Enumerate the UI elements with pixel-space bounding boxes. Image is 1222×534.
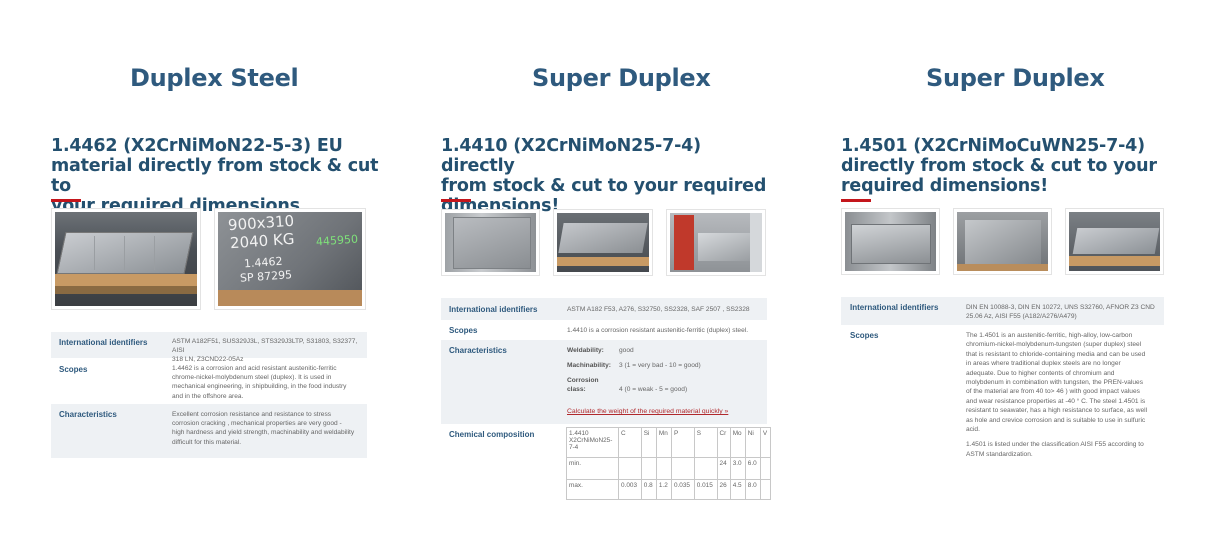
product-photo[interactable]	[441, 209, 540, 276]
weight-calculator-link[interactable]: Calculate the weight of the required mat…	[567, 407, 728, 416]
accent-bar	[51, 199, 81, 202]
table-row: International identifiers DIN EN 10088-3…	[841, 297, 1164, 325]
table-row: Scopes The 1.4501 is an austenitic-ferri…	[850, 331, 1148, 458]
product-photo[interactable]: 900x310 2040 KG 445950 1.4462 SP 87295	[214, 208, 366, 310]
table-row: International identifiers ASTM A182 F53,…	[441, 298, 767, 320]
table-row: Scopes 1.4462 is a corrosion and acid re…	[59, 365, 347, 400]
product-headline: 1.4501 (X2CrNiMoCuWN25-7-4) directly fro…	[841, 136, 1157, 196]
table-row: Characteristics Excellent corrosion resi…	[51, 404, 367, 458]
product-photo[interactable]	[553, 209, 653, 276]
table-row: Scopes 1.4410 is a corrosion resistant a…	[449, 326, 749, 335]
product-photo[interactable]	[841, 208, 940, 275]
table-row: 1.4410 X2CrNiMoN25- 7-4 C Si Mn P S Cr M…	[566, 427, 772, 458]
column-title: Duplex Steel	[130, 64, 299, 92]
table-row: Characteristics Weldability: good Machina…	[441, 340, 767, 424]
product-headline: 1.4462 (X2CrNiMoN22-5-3) EU material dir…	[51, 136, 379, 216]
table-row: International identifiers ASTM A182F51, …	[51, 332, 367, 363]
column-title: Super Duplex	[926, 64, 1105, 92]
accent-bar	[841, 199, 871, 202]
table-row: max. 0.003 0.8 1.2 0.035 0.015 26 4.5 8.…	[566, 479, 772, 500]
spec-table: International identifiers ASTM A182F51, …	[51, 332, 367, 458]
spec-table: International identifiers DIN EN 10088-3…	[841, 297, 1164, 463]
column-title: Super Duplex	[532, 64, 711, 92]
accent-bar	[441, 199, 471, 202]
table-row: min. 24 3.0 6.0	[566, 457, 772, 480]
chemical-composition-table: 1.4410 X2CrNiMoN25- 7-4 C Si Mn P S Cr M…	[566, 427, 772, 500]
product-photo[interactable]	[666, 209, 766, 276]
product-photo[interactable]	[953, 208, 1052, 275]
product-headline: 1.4410 (X2CrNiMoN25-7-4) directly from s…	[441, 136, 767, 216]
product-photo[interactable]	[51, 208, 201, 310]
product-photo[interactable]	[1065, 208, 1164, 275]
